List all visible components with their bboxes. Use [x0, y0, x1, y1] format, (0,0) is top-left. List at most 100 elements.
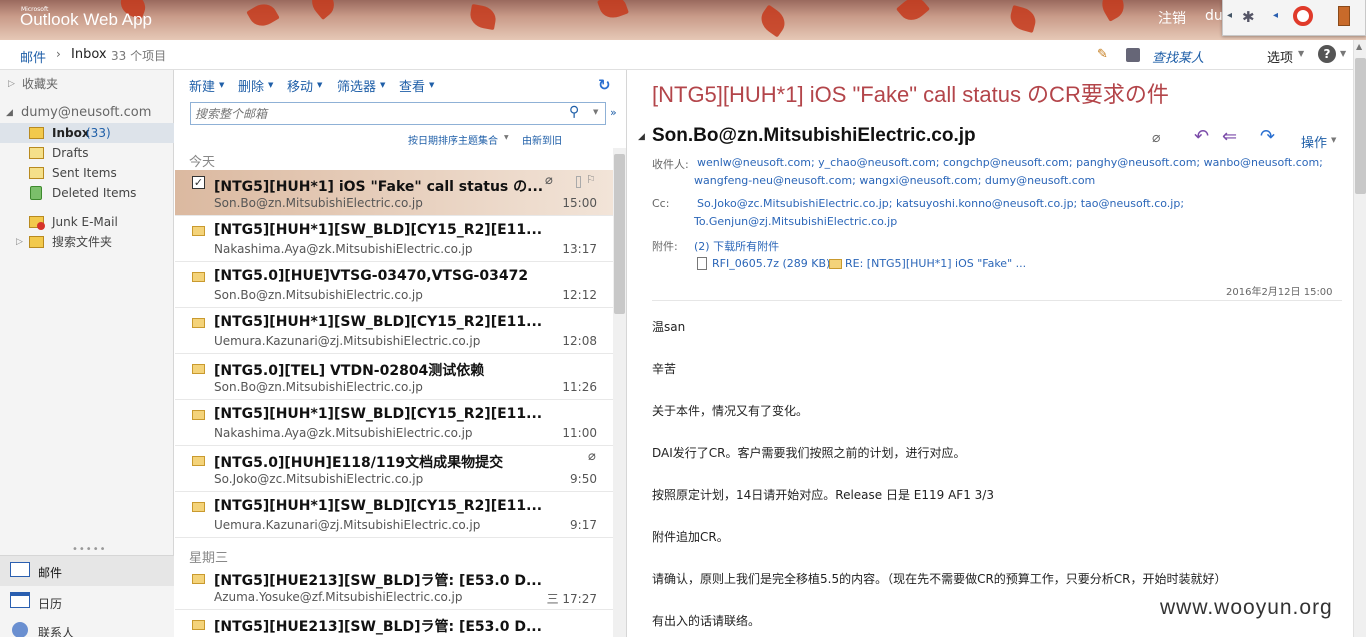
filter-button[interactable]: 筛选器: [337, 76, 376, 95]
scrollbar-thumb[interactable]: [1355, 58, 1366, 194]
message-time: 三 17:27: [546, 592, 597, 606]
arrow-left-icon[interactable]: ◂: [1273, 10, 1278, 21]
options-menu[interactable]: 选项: [1267, 47, 1293, 66]
message-row[interactable]: [NTG5][HUH*1][SW_BLD][CY15_R2][E11... Na…: [175, 400, 613, 446]
address-book-icon[interactable]: [1126, 48, 1140, 62]
favorites-header[interactable]: ▷ 收藏夹: [0, 74, 174, 94]
folder-junk-label: Junk E-Mail: [52, 215, 118, 229]
attachments-label: 附件:: [652, 240, 678, 253]
list-scrollbar[interactable]: [613, 148, 626, 637]
folder-sent[interactable]: Sent Items: [0, 163, 174, 183]
view-button[interactable]: 查看: [399, 76, 425, 95]
chevron-down-icon: ▼: [1340, 49, 1347, 58]
scrollbar-up-arrow[interactable]: ▲: [1356, 42, 1362, 51]
pane-resize-handle[interactable]: •••••: [72, 544, 107, 555]
module-contacts-label: 联系人: [38, 626, 75, 637]
gear-icon[interactable]: ✱: [1242, 8, 1255, 26]
folder-deleted[interactable]: Deleted Items: [0, 183, 174, 203]
breadcrumb-mail[interactable]: 邮件: [20, 47, 46, 66]
module-mail[interactable]: 邮件: [0, 556, 174, 586]
find-person-link[interactable]: 查找某人: [1152, 47, 1204, 66]
move-button[interactable]: 移动: [287, 76, 313, 95]
envelope-icon: [192, 410, 205, 420]
category-icon[interactable]: [576, 176, 581, 188]
search-icon[interactable]: ⚲: [569, 104, 579, 120]
message-row[interactable]: [NTG5][HUE213][SW_BLD]ラ管: [E53.0 D...: [175, 610, 613, 637]
attachment-icon: ⌀: [1152, 130, 1161, 146]
reply-icon[interactable]: ↶: [1194, 126, 1209, 147]
message-subject-heading: [NTG5][HUH*1] iOS "Fake" call status のCR…: [652, 82, 1169, 107]
chevron-down-icon[interactable]: ▼: [593, 108, 598, 116]
favorites-label: 收藏夹: [22, 77, 59, 91]
junk-block-icon: [37, 222, 45, 230]
message-row[interactable]: [NTG5][HUH*1][SW_BLD][CY15_R2][E11... Na…: [175, 216, 613, 262]
attachment-icon: ⌀: [545, 173, 553, 188]
sender-name[interactable]: Son.Bo@zn.MitsubishiElectric.co.jp: [652, 125, 976, 147]
signout-link[interactable]: 注销: [1158, 8, 1186, 28]
sort-menu[interactable]: 按日期排序主题集合: [408, 132, 498, 147]
actions-menu[interactable]: 操作: [1301, 132, 1327, 151]
delete-button[interactable]: 删除: [238, 76, 264, 95]
envelope-icon: [829, 259, 842, 269]
attachment-message[interactable]: RE: [NTG5][HUH*1] iOS "Fake" ...: [845, 257, 1026, 270]
expand-icon[interactable]: ▷: [8, 74, 15, 94]
item-count: 33 个项目: [111, 49, 167, 63]
breadcrumb-folder: Inbox: [71, 47, 107, 62]
chevron-down-icon: ▼: [1331, 136, 1337, 144]
body-paragraph: 附件追加CR。: [652, 530, 729, 544]
message-row[interactable]: [NTG5.0][HUH]E118/119文档成果物提交 So.Joko@zc.…: [175, 446, 613, 492]
to-recipients-more[interactable]: wangfeng-neu@neusoft.com; wangxi@neusoft…: [694, 174, 1095, 187]
module-calendar[interactable]: 日历: [0, 588, 174, 616]
forward-icon[interactable]: ↷: [1260, 126, 1275, 147]
body-paragraph: 辛苦: [652, 362, 677, 376]
expand-icon[interactable]: ▷: [16, 232, 23, 252]
notification-icon[interactable]: ✎: [1097, 47, 1108, 62]
folder-junk[interactable]: Junk E-Mail: [0, 212, 174, 232]
refresh-icon[interactable]: ↻: [598, 76, 611, 94]
help-icon[interactable]: ?: [1318, 45, 1336, 63]
message-row[interactable]: [NTG5.0][HUE]VTSG-03470,VTSG-03472 Son.B…: [175, 262, 613, 308]
message-row[interactable]: [NTG5][HUH*1][SW_BLD][CY15_R2][E11... Ue…: [175, 308, 613, 354]
mail-icon: [10, 562, 30, 577]
reading-scrollbar[interactable]: ▲: [1353, 40, 1366, 637]
message-time: 15:00: [562, 196, 597, 210]
drafts-icon: [29, 147, 44, 159]
module-contacts[interactable]: 联系人: [0, 618, 174, 637]
search-input[interactable]: [195, 105, 555, 122]
attachment-file[interactable]: RFI_0605.7z (289 KB);: [712, 257, 834, 270]
message-row[interactable]: ✓ [NTG5][HUH*1] iOS "Fake" call status の…: [175, 170, 613, 216]
watermark: www.wooyun.org: [1160, 596, 1333, 619]
folder-drafts-label: Drafts: [52, 146, 89, 160]
header-banner: Microsoft Outlook Web App 注销 du: [0, 0, 1366, 40]
message-row[interactable]: [NTG5.0][TEL] VTDN-02804测试依赖 Son.Bo@zn.M…: [175, 354, 613, 400]
message-row[interactable]: [NTG5][HUE213][SW_BLD]ラ管: [E53.0 D... Az…: [175, 564, 613, 610]
folder-drafts[interactable]: Drafts: [0, 143, 174, 163]
message-time: 13:17: [562, 242, 597, 256]
flag-icon[interactable]: ⚐: [586, 173, 596, 186]
cc-recipients-more[interactable]: To.Genjun@zj.MitsubishiElectric.co.jp: [694, 215, 897, 228]
to-recipients[interactable]: wenlw@neusoft.com; y_chao@neusoft.com; c…: [697, 156, 1323, 169]
account-header[interactable]: ◢ dumy@neusoft.com: [0, 103, 174, 123]
reply-all-icon[interactable]: ⇐: [1222, 126, 1237, 147]
scrollbar-thumb[interactable]: [614, 154, 625, 314]
chevron-down-icon: ▼: [504, 134, 509, 141]
message-time: 12:08: [562, 334, 597, 348]
arrow-left-icon[interactable]: ◂: [1227, 10, 1232, 21]
expand-search-icon[interactable]: »: [610, 106, 617, 119]
door-icon[interactable]: [1338, 6, 1350, 26]
collapse-header-icon[interactable]: ◢: [638, 132, 645, 142]
search-folder-icon: [29, 236, 44, 248]
cc-recipients[interactable]: So.Joko@zc.MitsubishiElectric.co.jp; kat…: [697, 197, 1184, 210]
sent-icon: [29, 167, 44, 179]
new-button[interactable]: 新建: [189, 76, 215, 95]
folder-search-folders[interactable]: ▷ 搜索文件夹: [0, 232, 174, 252]
lifebuoy-icon[interactable]: [1293, 6, 1313, 26]
message-row[interactable]: [NTG5][HUH*1][SW_BLD][CY15_R2][E11... Ue…: [175, 492, 613, 538]
checkbox-icon[interactable]: ✓: [192, 176, 205, 189]
message-sender: Azuma.Yosuke@zf.MitsubishiElectric.co.jp: [214, 590, 463, 604]
folder-inbox[interactable]: Inbox (33): [0, 123, 174, 143]
download-all-link[interactable]: (2) 下载所有附件: [694, 238, 779, 254]
sort-order[interactable]: 由新到旧: [522, 132, 562, 147]
collapse-icon[interactable]: ◢: [6, 103, 13, 123]
folder-inbox-label: Inbox: [52, 126, 90, 140]
